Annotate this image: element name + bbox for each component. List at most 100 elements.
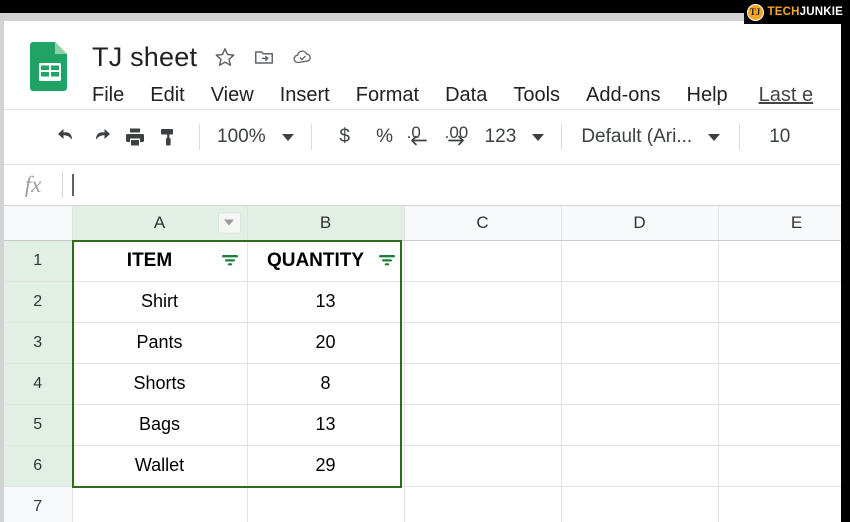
- column-header-b[interactable]: B: [247, 206, 405, 241]
- increase-decimal-button[interactable]: .00: [443, 120, 481, 154]
- row-number-7[interactable]: 7: [4, 486, 73, 522]
- column-a-dropdown-icon[interactable]: [217, 212, 241, 234]
- cell-a6[interactable]: Wallet: [72, 445, 248, 487]
- column-header-d-label: D: [633, 212, 646, 232]
- cell-a2[interactable]: Shirt: [72, 281, 248, 323]
- cell-b4[interactable]: 8: [247, 363, 405, 405]
- cell-b3[interactable]: 20: [247, 322, 405, 364]
- menu-item-insert[interactable]: Insert: [267, 84, 343, 107]
- menu-item-format[interactable]: Format: [343, 84, 432, 107]
- cell-d4[interactable]: [561, 363, 719, 405]
- currency-format-button[interactable]: $: [325, 120, 365, 154]
- cell-c1[interactable]: [404, 240, 562, 282]
- cell-c7[interactable]: [404, 486, 562, 522]
- column-header-b-label: B: [319, 212, 332, 232]
- star-icon[interactable]: [214, 46, 236, 68]
- filter-icon[interactable]: [221, 253, 239, 269]
- spreadsheet-grid: A B C D E 1 ITEM QUANTITY 2 Shirt 13 3 P…: [4, 206, 841, 522]
- cell-c2[interactable]: [404, 281, 562, 323]
- cell-d1[interactable]: [561, 240, 719, 282]
- row-number-2[interactable]: 2: [4, 281, 73, 323]
- cell-c5[interactable]: [404, 404, 562, 446]
- menu-item-edit[interactable]: Edit: [137, 84, 197, 107]
- percent-format-button[interactable]: %: [365, 120, 405, 154]
- menu-item-view[interactable]: View: [198, 84, 267, 107]
- cell-e7[interactable]: [718, 486, 841, 522]
- text-cursor: [72, 174, 74, 196]
- number-format-label: 123: [484, 126, 517, 147]
- table-row: 7: [4, 486, 841, 522]
- row-number-3[interactable]: 3: [4, 322, 73, 364]
- cell-e5[interactable]: [718, 404, 841, 446]
- last-edit-link[interactable]: Last e: [741, 84, 813, 107]
- cell-b6[interactable]: 29: [247, 445, 405, 487]
- cell-e3[interactable]: [718, 322, 841, 364]
- cell-b7[interactable]: [247, 486, 405, 522]
- cell-b1-text: QUANTITY: [266, 249, 365, 271]
- zoom-control[interactable]: 100%: [213, 126, 298, 148]
- cell-e4[interactable]: [718, 363, 841, 405]
- cell-a4[interactable]: Shorts: [72, 363, 248, 405]
- cell-e6[interactable]: [718, 445, 841, 487]
- cell-c3[interactable]: [404, 322, 562, 364]
- row-number-1[interactable]: 1: [4, 240, 73, 282]
- font-family-control[interactable]: Default (Ari...: [575, 126, 726, 148]
- cell-a3[interactable]: Pants: [72, 322, 248, 364]
- app-header: TJ sheet File Edit View Insert Format Da…: [4, 21, 841, 110]
- filter-icon[interactable]: [378, 253, 396, 269]
- cell-b5[interactable]: 13: [247, 404, 405, 446]
- techjunkie-wordmark: TECHJUNKIE: [768, 6, 844, 18]
- cell-a5[interactable]: Bags: [72, 404, 248, 446]
- paint-format-icon[interactable]: [152, 120, 186, 154]
- title-row: TJ sheet: [92, 38, 314, 76]
- google-sheets-window: TJ sheet File Edit View Insert Format Da…: [4, 21, 841, 522]
- row-number-4[interactable]: 4: [4, 363, 73, 405]
- document-title[interactable]: TJ sheet: [92, 42, 197, 73]
- cell-d3[interactable]: [561, 322, 719, 364]
- cell-e1[interactable]: [718, 240, 841, 282]
- cell-c6[interactable]: [404, 445, 562, 487]
- cell-b1[interactable]: QUANTITY: [247, 240, 405, 282]
- cell-b2[interactable]: 13: [247, 281, 405, 323]
- menu-item-data[interactable]: Data: [432, 84, 500, 107]
- column-header-a[interactable]: A: [72, 206, 248, 241]
- cell-a1[interactable]: ITEM: [72, 240, 248, 282]
- cell-c4[interactable]: [404, 363, 562, 405]
- select-all-corner[interactable]: [4, 206, 73, 241]
- formula-bar: fx: [4, 165, 841, 206]
- table-row: 6 Wallet 29: [4, 445, 841, 487]
- window-title-bar: [0, 0, 850, 13]
- toolbar: 100% $ % .0 .00 123 Default (Ari... 10: [4, 110, 841, 165]
- cell-d2[interactable]: [561, 281, 719, 323]
- cell-a7[interactable]: [72, 486, 248, 522]
- column-header-e[interactable]: E: [718, 206, 841, 241]
- menu-item-add-ons[interactable]: Add-ons: [573, 84, 674, 107]
- cell-d6[interactable]: [561, 445, 719, 487]
- undo-icon[interactable]: [50, 120, 84, 154]
- column-header-c[interactable]: C: [404, 206, 562, 241]
- number-format-control[interactable]: 123: [481, 126, 549, 148]
- menu-item-file[interactable]: File: [92, 84, 137, 107]
- menu-item-help[interactable]: Help: [674, 84, 741, 107]
- toolbar-divider: [310, 124, 312, 150]
- table-row: 5 Bags 13: [4, 404, 841, 446]
- move-to-folder-icon[interactable]: [253, 46, 275, 68]
- print-icon[interactable]: [118, 120, 152, 154]
- menu-item-tools[interactable]: Tools: [500, 84, 573, 107]
- redo-icon[interactable]: [84, 120, 118, 154]
- techjunkie-watermark: TJ TECHJUNKIE: [743, 0, 848, 24]
- cell-d7[interactable]: [561, 486, 719, 522]
- column-header-d[interactable]: D: [561, 206, 719, 241]
- font-size-value[interactable]: 10: [753, 126, 806, 148]
- cell-d5[interactable]: [561, 404, 719, 446]
- fx-icon: fx: [24, 172, 42, 197]
- cloud-saved-icon[interactable]: [292, 46, 314, 68]
- decrease-decimal-button[interactable]: .0: [405, 120, 443, 154]
- column-header-row: A B C D E: [4, 206, 841, 241]
- row-number-5[interactable]: 5: [4, 404, 73, 446]
- cell-e2[interactable]: [718, 281, 841, 323]
- table-row: 1 ITEM QUANTITY: [4, 240, 841, 282]
- chevron-down-icon: [708, 133, 721, 141]
- formula-input[interactable]: [63, 165, 841, 205]
- row-number-6[interactable]: 6: [4, 445, 73, 487]
